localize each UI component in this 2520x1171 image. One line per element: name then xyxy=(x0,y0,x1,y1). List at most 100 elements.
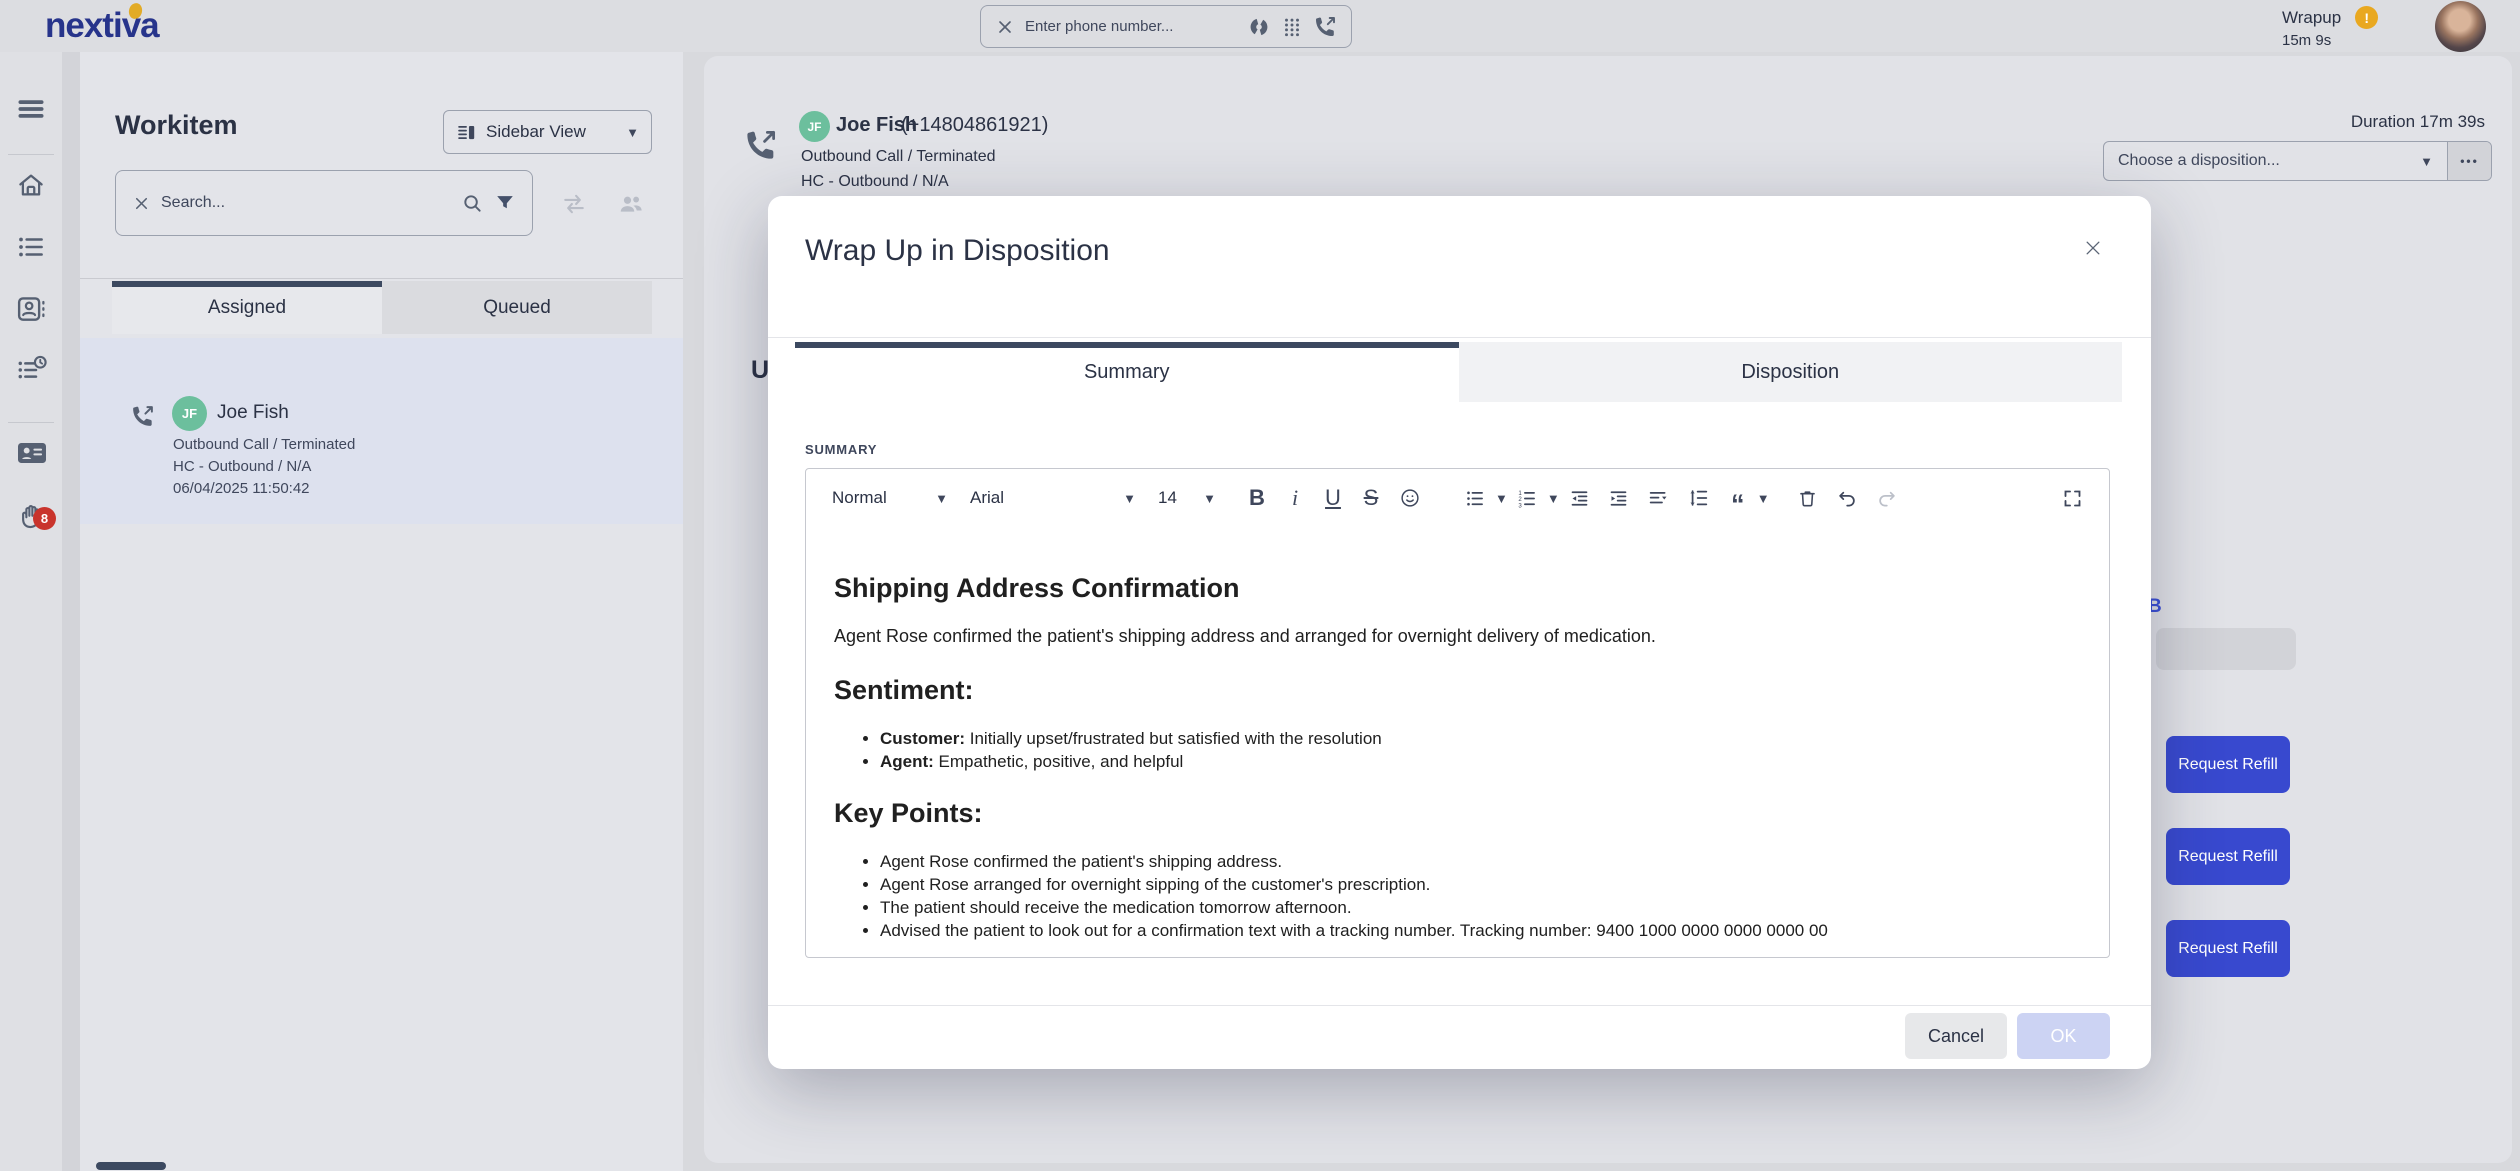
wrap-up-modal: Wrap Up in Disposition Summary Dispositi… xyxy=(768,196,2151,1069)
outbound-call-icon[interactable] xyxy=(1313,15,1337,39)
panel-divider xyxy=(80,278,683,279)
queue-list-icon[interactable] xyxy=(16,232,46,262)
bold-button[interactable]: B xyxy=(1247,485,1267,511)
font-dropdown[interactable]: Arial▼ xyxy=(970,488,1136,508)
style-dropdown[interactable]: Normal▼ xyxy=(832,488,948,508)
chevron-down-icon[interactable]: ▼ xyxy=(1495,491,1508,506)
chevron-down-icon[interactable]: ▼ xyxy=(1757,491,1770,506)
agent-status[interactable]: Wrapup ! 15m 9s xyxy=(2282,6,2378,49)
agent-status-timer: 15m 9s xyxy=(2282,32,2378,49)
call-line1: Outbound Call / Terminated xyxy=(801,148,995,166)
doc-heading-shipping: Shipping Address Confirmation xyxy=(834,573,2081,604)
key-points-list: Agent Rose confirmed the patient's shipp… xyxy=(880,851,2081,941)
outdent-button[interactable] xyxy=(1569,488,1590,509)
cancel-button[interactable]: Cancel xyxy=(1905,1013,2007,1059)
list-item: Agent Rose arranged for overnight sippin… xyxy=(880,874,2081,895)
tab-assigned[interactable]: Assigned xyxy=(112,281,382,334)
workitem-title: Workitem xyxy=(115,110,238,141)
doc-paragraph: Agent Rose confirmed the patient's shipp… xyxy=(834,626,2081,647)
emoji-button[interactable] xyxy=(1399,487,1421,509)
top-bar: nextiva Wrapup ! 15m 9s xyxy=(0,0,2520,52)
indent-button[interactable] xyxy=(1608,488,1629,509)
sidebar-view-button[interactable]: Sidebar View ▼ xyxy=(443,110,652,154)
list-item: Agent Rose confirmed the patient's shipp… xyxy=(880,851,2081,872)
clear-search-icon[interactable] xyxy=(132,194,151,213)
align-button[interactable] xyxy=(1647,488,1670,509)
avatar: JF xyxy=(799,111,830,142)
disabled-field xyxy=(2156,628,2296,670)
modal-title: Wrap Up in Disposition xyxy=(805,234,1110,268)
caller-phone: (+14804861921) xyxy=(901,114,1048,137)
filter-icon[interactable] xyxy=(494,192,516,214)
ok-button[interactable]: OK xyxy=(2017,1013,2110,1059)
bullet-list-button[interactable] xyxy=(1465,488,1486,509)
workitem-search xyxy=(115,170,533,236)
strikethrough-button[interactable]: S xyxy=(1361,485,1381,511)
list-item: Advised the patient to look out for a co… xyxy=(880,920,2081,941)
id-card-icon[interactable] xyxy=(16,437,48,469)
home-icon[interactable] xyxy=(16,170,46,200)
editor-toolbar: Normal▼ Arial▼ 14▼ B i U S ▼ 123 ▼ xyxy=(806,469,2109,527)
rail-panel-gap xyxy=(62,52,80,1171)
redo-button[interactable] xyxy=(1876,487,1898,509)
line-height-button[interactable] xyxy=(1688,487,1710,509)
rail-divider xyxy=(8,154,54,155)
contact-card-icon[interactable] xyxy=(16,294,46,324)
dialpad-icon[interactable] xyxy=(1281,16,1303,38)
clear-phone-icon[interactable] xyxy=(995,17,1015,37)
italic-button[interactable]: i xyxy=(1285,485,1305,511)
call-line2: HC - Outbound / N/A xyxy=(801,173,949,191)
fullscreen-button[interactable] xyxy=(2062,488,2083,509)
delete-button[interactable] xyxy=(1797,488,1818,509)
sidebar-view-label: Sidebar View xyxy=(486,122,586,142)
wrapup-warning-icon: ! xyxy=(2355,6,2378,29)
chevron-down-icon: ▼ xyxy=(626,125,639,140)
agent-avatar[interactable] xyxy=(2435,1,2486,52)
underline-button[interactable]: U xyxy=(1323,485,1343,511)
workitem-panel: Workitem Sidebar View ▼ Assigned Queued … xyxy=(80,52,683,1171)
modal-footer: Cancel OK xyxy=(768,1005,2151,1069)
workitem-line2: HC - Outbound / N/A xyxy=(173,458,311,475)
tab-disposition[interactable]: Disposition xyxy=(1459,342,2123,402)
tab-assigned-label: Assigned xyxy=(208,297,286,319)
disposition-select[interactable]: Choose a disposition... ▼ ••• xyxy=(2103,141,2492,181)
call-duration: Duration 17m 39s xyxy=(2351,112,2485,132)
split-circle-icon[interactable] xyxy=(1247,15,1271,39)
phone-dialer-bar xyxy=(980,5,1352,48)
chevron-down-icon: ▼ xyxy=(2420,154,2433,169)
summary-field-label: SUMMARY xyxy=(805,442,877,457)
hamburger-menu-icon[interactable] xyxy=(16,94,46,124)
size-value: 14 xyxy=(1158,488,1177,508)
sentiment-list: Customer: Initially upset/frustrated but… xyxy=(880,728,2081,772)
agents-icon xyxy=(617,190,645,218)
outbound-call-icon xyxy=(743,128,778,163)
blockquote-button[interactable]: “ xyxy=(1728,487,1748,509)
disposition-more-button[interactable]: ••• xyxy=(2447,142,2491,180)
summary-editor-content[interactable]: Shipping Address Confirmation Agent Rose… xyxy=(806,527,2109,958)
undo-button[interactable] xyxy=(1836,487,1858,509)
search-icon[interactable] xyxy=(461,192,484,215)
request-refill-button[interactable]: Request Refill xyxy=(2166,828,2290,885)
scrollbar-thumb[interactable] xyxy=(96,1162,166,1170)
chevron-down-icon[interactable]: ▼ xyxy=(1547,491,1560,506)
workitem-name: Joe Fish xyxy=(217,402,289,424)
phone-number-input[interactable] xyxy=(1025,18,1237,35)
history-list-icon[interactable] xyxy=(16,354,48,386)
tab-queued[interactable]: Queued xyxy=(382,281,652,334)
request-refill-button[interactable]: Request Refill xyxy=(2166,920,2290,977)
outbound-call-icon xyxy=(130,404,155,429)
numbered-list-button[interactable]: 123 xyxy=(1517,488,1538,509)
sidebar-view-icon xyxy=(456,122,477,143)
workitem-tabs: Assigned Queued xyxy=(112,281,652,334)
tab-summary-label: Summary xyxy=(1084,361,1170,384)
close-icon[interactable] xyxy=(2083,238,2103,258)
tab-summary[interactable]: Summary xyxy=(795,342,1459,402)
list-item: Customer: Initially upset/frustrated but… xyxy=(880,728,2081,749)
request-refill-button[interactable]: Request Refill xyxy=(2166,736,2290,793)
summary-editor: Normal▼ Arial▼ 14▼ B i U S ▼ 123 ▼ xyxy=(805,468,2110,958)
workitem-list-item[interactable]: JF Joe Fish Outbound Call / Terminated H… xyxy=(80,338,683,524)
workitem-line3: 06/04/2025 11:50:42 xyxy=(173,480,310,497)
transfer-icon xyxy=(560,190,588,218)
size-dropdown[interactable]: 14▼ xyxy=(1158,488,1216,508)
search-input[interactable] xyxy=(161,194,451,212)
